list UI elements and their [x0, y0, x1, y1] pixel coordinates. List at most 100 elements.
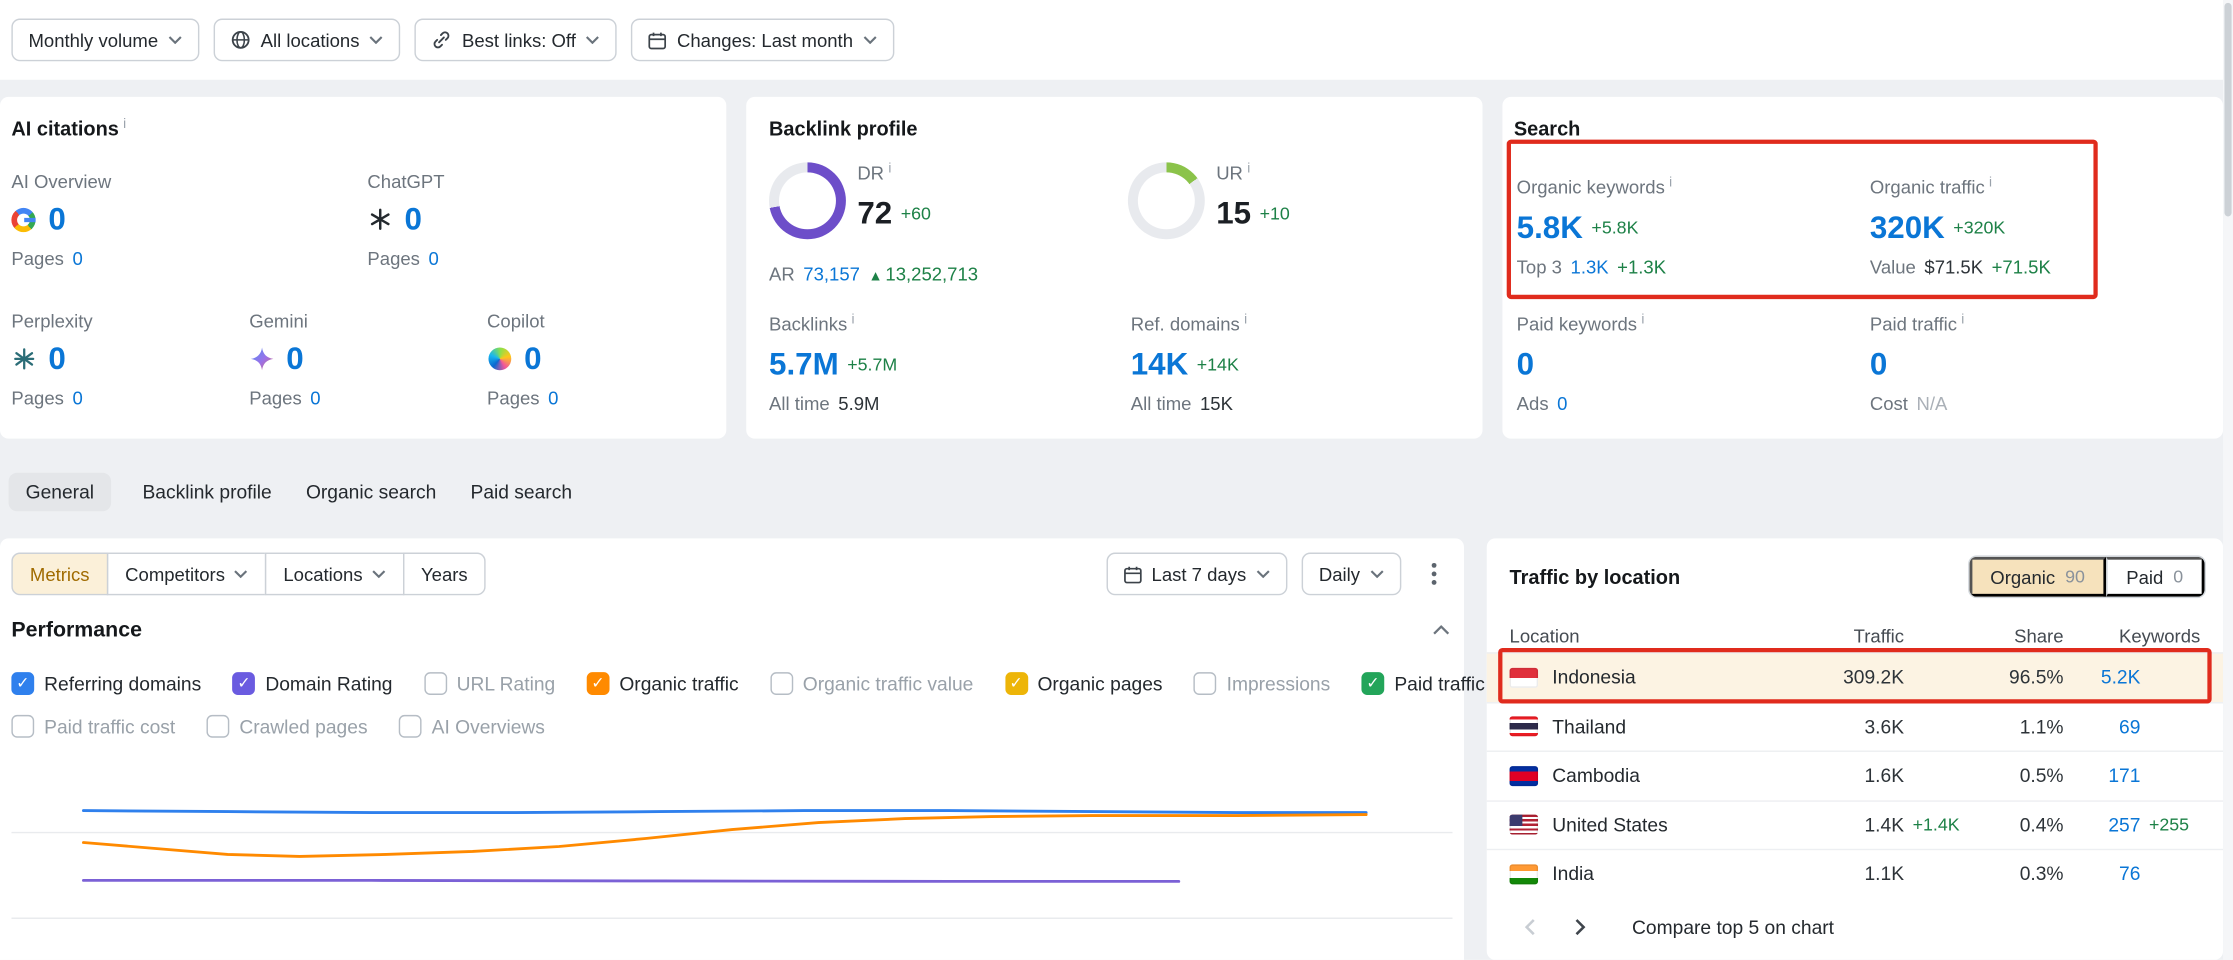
gemini-value[interactable]: 0 — [286, 340, 303, 377]
tab-general[interactable]: General — [9, 472, 112, 510]
changes-filter[interactable]: Changes: Last month — [631, 19, 894, 62]
keywords-link[interactable]: 76 — [2064, 863, 2141, 884]
alltime-value: 5.9M — [838, 393, 879, 414]
organic-toggle-button[interactable]: Organic90 — [1969, 557, 2106, 597]
checkbox-ai-overviews[interactable]: AI Overviews — [399, 715, 545, 738]
scrollbar-thumb[interactable] — [2224, 3, 2231, 217]
table-row-indonesia[interactable]: Indonesia 309.2K 96.5% 5.2K — [1487, 652, 2223, 701]
competitors-button[interactable]: Competitors — [107, 553, 267, 596]
tab-organic-search[interactable]: Organic search — [303, 472, 439, 510]
paid-toggle-button[interactable]: Paid0 — [2106, 557, 2204, 597]
years-button[interactable]: Years — [402, 553, 486, 596]
table-row-cambodia[interactable]: Cambodia 1.6K 0.5% 171 — [1487, 751, 2223, 800]
pages-value[interactable]: 0 — [310, 387, 320, 408]
checkbox-organic-pages[interactable]: Organic pages — [1005, 672, 1163, 695]
top3-delta: +1.3K — [1617, 256, 1666, 277]
checkbox-paid-traffic-cost[interactable]: Paid traffic cost — [11, 715, 175, 738]
metric-checkbox-row-2: Paid traffic cost Crawled pages AI Overv… — [11, 712, 545, 740]
ref-domains-value[interactable]: 14K — [1131, 346, 1188, 383]
pages-value[interactable]: 0 — [428, 248, 438, 269]
ar-value[interactable]: 73,157 — [803, 263, 860, 284]
chevron-left-icon[interactable] — [1510, 907, 1550, 947]
performance-panel: Metrics Competitors Locations Years Last… — [0, 538, 1464, 960]
organic-count: 90 — [2065, 567, 2085, 587]
compare-top5-link[interactable]: Compare top 5 on chart — [1632, 916, 1834, 937]
info-icon — [1641, 309, 1644, 332]
checkbox-organic-traffic[interactable]: Organic traffic — [587, 672, 739, 695]
dr-label: DR — [857, 162, 884, 183]
traffic-by-location-panel: Traffic by location Organic90 Paid0 Loca… — [1487, 538, 2223, 960]
traffic-value: 1.6K — [1804, 765, 1904, 786]
up-triangle-icon: ▲ — [868, 269, 882, 285]
checkbox-crawled-pages[interactable]: Crawled pages — [207, 715, 368, 738]
tab-backlink-profile[interactable]: Backlink profile — [140, 472, 275, 510]
tab-paid-search[interactable]: Paid search — [468, 472, 575, 510]
checkbox-url-rating[interactable]: URL Rating — [424, 672, 555, 695]
country-name: Indonesia — [1552, 667, 1635, 688]
dr-delta: +60 — [901, 204, 931, 224]
ads-value[interactable]: 0 — [1557, 393, 1567, 414]
metrics-button[interactable]: Metrics — [11, 553, 108, 596]
granularity-button[interactable]: Daily — [1302, 553, 1402, 596]
date-range-button[interactable]: Last 7 days — [1106, 553, 1288, 596]
checkbox-paid-traffic[interactable]: Paid traffic — [1362, 672, 1485, 695]
chevron-down-icon — [586, 36, 600, 45]
checkbox-box — [1194, 672, 1217, 695]
keywords-link[interactable]: 5.2K — [2064, 667, 2141, 688]
flag-united-states — [1510, 815, 1538, 835]
kebab-menu-icon[interactable] — [1416, 553, 1453, 596]
scrollbar[interactable] — [2223, 0, 2233, 960]
copilot-value[interactable]: 0 — [524, 340, 541, 377]
traffic-value: 1.4K — [1804, 814, 1904, 835]
collapse-chevron-icon[interactable] — [1433, 625, 1450, 635]
pages-value[interactable]: 0 — [72, 387, 82, 408]
locations-filter-label: All locations — [261, 29, 360, 50]
checkbox-impressions[interactable]: Impressions — [1194, 672, 1330, 695]
checkbox-domain-rating[interactable]: Domain Rating — [233, 672, 393, 695]
keywords-delta: +255 — [2140, 815, 2200, 835]
chevron-down-icon — [371, 570, 385, 579]
locations-filter[interactable]: All locations — [214, 19, 401, 62]
checkbox-organic-traffic-value[interactable]: Organic traffic value — [770, 672, 973, 695]
table-row-india[interactable]: India 1.1K 0.3% 76 — [1487, 849, 2223, 898]
view-segmented-control: Metrics Competitors Locations Years — [11, 553, 486, 596]
backlinks-value[interactable]: 5.7M — [769, 346, 839, 383]
paid-traffic-value[interactable]: 0 — [1870, 346, 1887, 383]
info-icon — [1961, 309, 1964, 332]
organic-traffic-metric: Organic traffic 320K+320K Value$71.5K+71… — [1870, 177, 2051, 278]
organic-keywords-metric: Organic keywords 5.8K+5.8K Top 31.3K+1.3… — [1517, 177, 1672, 278]
chatgpt-metric: ChatGPT 0 Pages0 — [367, 171, 595, 269]
table-row-united-states[interactable]: United States 1.4K +1.4K 0.4% 257 +255 — [1487, 800, 2223, 849]
paid-keywords-value[interactable]: 0 — [1517, 346, 1534, 383]
traffic-by-location-header: Traffic by location Organic90 Paid0 — [1510, 555, 2206, 598]
pages-value[interactable]: 0 — [72, 248, 82, 269]
chevron-down-icon — [168, 36, 182, 45]
paid-keywords-metric: Paid keywords 0 Ads0 — [1517, 313, 1645, 414]
info-icon — [852, 309, 855, 332]
pages-label: Pages — [11, 387, 64, 408]
top3-value[interactable]: 1.3K — [1571, 256, 1609, 277]
chevron-down-icon — [863, 36, 877, 45]
organic-traffic-value[interactable]: 320K — [1870, 209, 1945, 246]
chatgpt-label: ChatGPT — [367, 171, 595, 194]
organic-keywords-delta: +5.8K — [1591, 218, 1638, 238]
checkbox-referring-domains[interactable]: Referring domains — [11, 672, 201, 695]
changes-filter-label: Changes: Last month — [677, 29, 853, 50]
ai-citations-card: AI citations AI Overview 0 Pages0 ChatGP… — [0, 97, 726, 439]
keywords-link[interactable]: 171 — [2064, 765, 2141, 786]
info-icon — [1244, 309, 1247, 332]
perplexity-value[interactable]: 0 — [48, 340, 65, 377]
monthly-volume-filter[interactable]: Monthly volume — [11, 19, 199, 62]
locations-button[interactable]: Locations — [265, 553, 404, 596]
pages-value[interactable]: 0 — [548, 387, 558, 408]
keywords-link[interactable]: 69 — [2064, 716, 2141, 737]
best-links-filter[interactable]: Best links: Off — [415, 19, 617, 62]
dr-metric: DR 72+60 — [857, 162, 931, 232]
value-label: Value — [1870, 256, 1916, 277]
keywords-link[interactable]: 257 — [2064, 814, 2141, 835]
organic-keywords-value[interactable]: 5.8K — [1517, 209, 1583, 246]
table-row-thailand[interactable]: Thailand 3.6K 1.1% 69 — [1487, 701, 2223, 750]
chevron-right-icon[interactable] — [1561, 907, 1601, 947]
chatgpt-value[interactable]: 0 — [404, 201, 421, 238]
ai-overview-value[interactable]: 0 — [48, 201, 65, 238]
